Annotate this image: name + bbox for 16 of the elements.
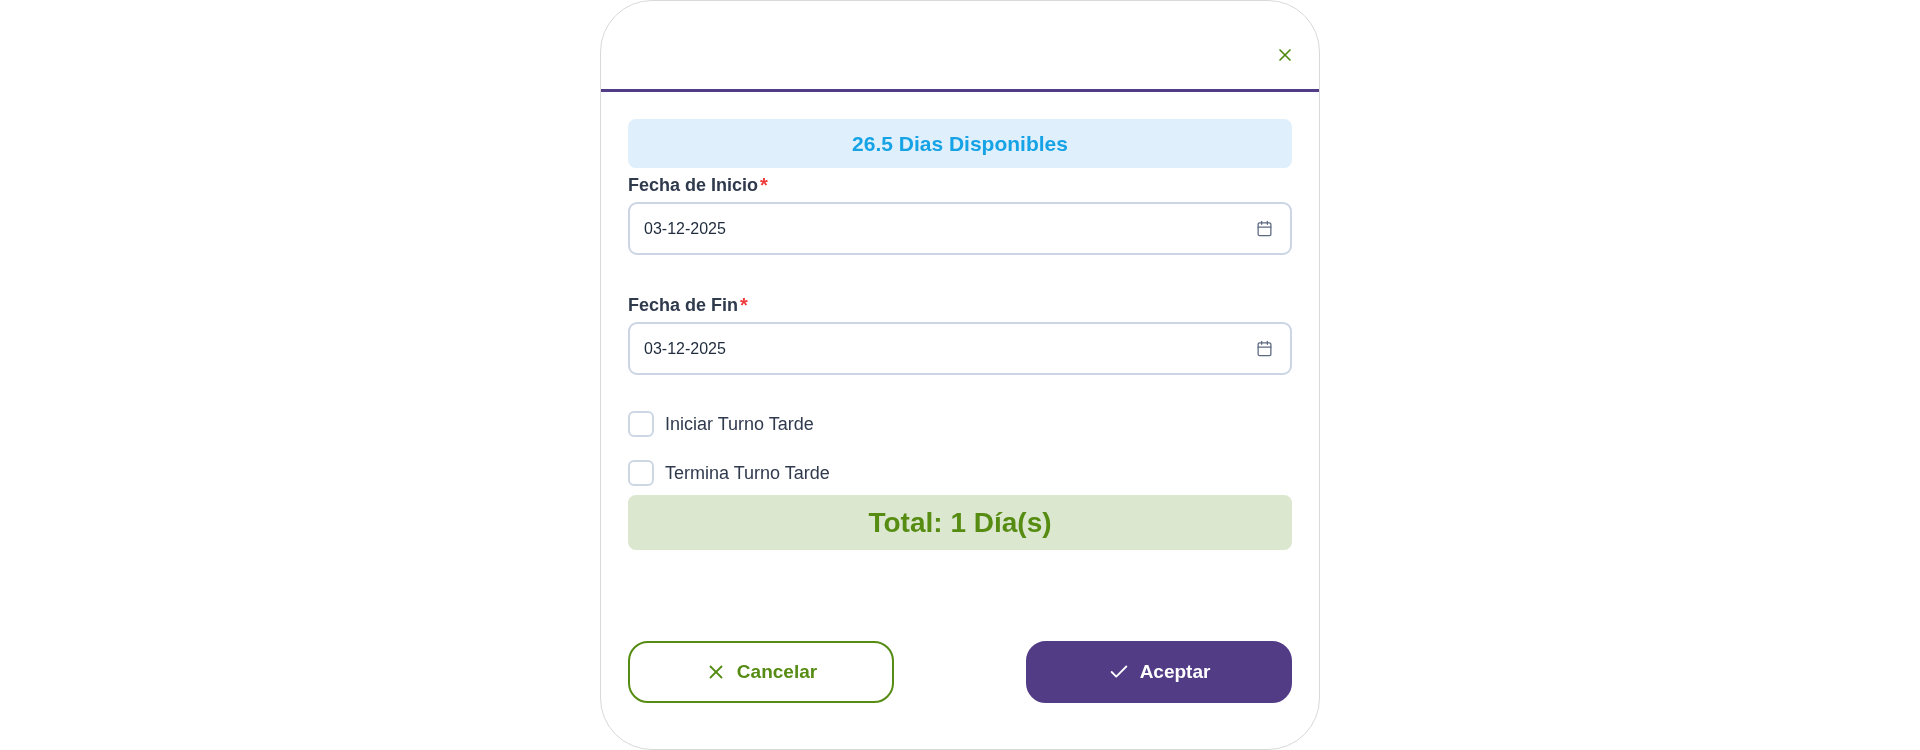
total-days-banner: Total: 1 Día(s): [628, 495, 1292, 550]
date-input-field[interactable]: 03-12-2025: [628, 322, 1292, 375]
field-label: Fecha de Inicio: [628, 174, 759, 197]
available-days-banner: 26.5 Dias Disponibles: [628, 119, 1292, 168]
cancel-button[interactable]: Cancelar: [628, 641, 894, 703]
calendar-icon[interactable]: [1256, 340, 1273, 357]
checkbox[interactable]: [628, 460, 654, 486]
checkbox-label: Iniciar Turno Tarde: [665, 413, 814, 436]
checkbox[interactable]: [628, 411, 654, 437]
checkbox-label: Termina Turno Tarde: [665, 462, 830, 485]
required-mark: *: [760, 173, 768, 197]
accept-button[interactable]: Aceptar: [1026, 641, 1292, 703]
calendar-icon[interactable]: [1256, 220, 1273, 237]
required-mark: *: [740, 293, 748, 317]
field-label: Fecha de Fin: [628, 294, 739, 317]
date-input-field[interactable]: 03-12-2025: [628, 202, 1292, 255]
